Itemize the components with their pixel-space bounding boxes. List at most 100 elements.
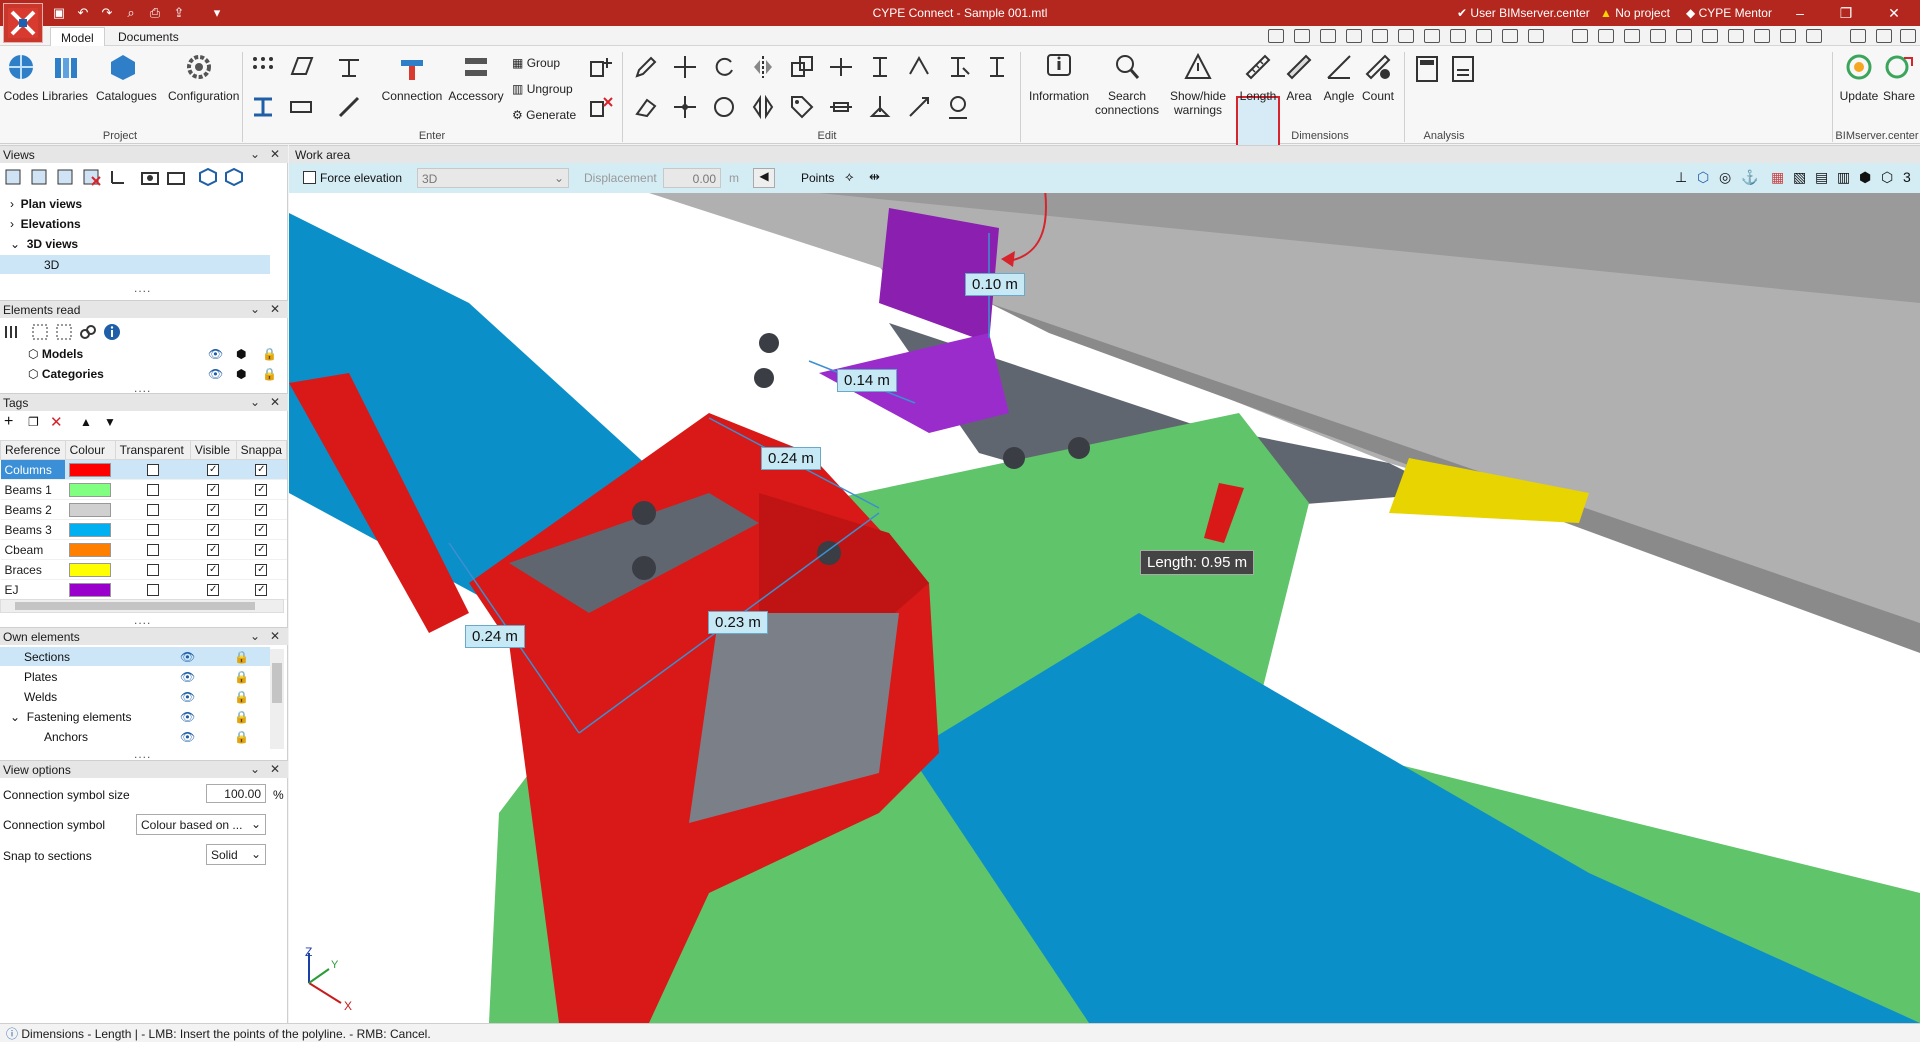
tag-reference[interactable]: Cbeam	[0, 539, 66, 560]
move-icon[interactable]	[672, 94, 698, 120]
vertical-scrollbar[interactable]	[270, 649, 284, 749]
view-tool-icon-12[interactable]	[1572, 29, 1588, 43]
tag-reference[interactable]: EJ	[0, 579, 66, 600]
tag-colour[interactable]	[65, 559, 116, 580]
delete-element-icon[interactable]	[588, 94, 614, 120]
eraser-icon[interactable]	[633, 94, 659, 120]
collapse-icon[interactable]: ⌄	[250, 395, 260, 409]
visible-checkbox[interactable]: ✓	[207, 583, 220, 596]
add-element-icon[interactable]	[588, 54, 614, 80]
eye-icon[interactable]: 👁	[180, 670, 195, 684]
new-view-icon[interactable]	[4, 167, 24, 187]
view-tool-icon-19[interactable]	[1754, 29, 1770, 43]
tag-reference[interactable]: Braces	[0, 559, 66, 580]
snap-checkbox[interactable]: ✓	[255, 563, 268, 576]
copy-tag-icon[interactable]: ❐	[28, 415, 39, 429]
table-row[interactable]: Braces ✓ ✓	[0, 559, 287, 580]
lock-icon[interactable]: 🔒	[234, 690, 249, 704]
snap-checkbox[interactable]: ✓	[255, 503, 268, 516]
mentor-link[interactable]: ◆ CYPE Mentor	[1686, 6, 1772, 20]
camera-icon[interactable]	[140, 167, 160, 187]
tag-colour[interactable]	[65, 459, 116, 480]
select-filter-icon[interactable]	[54, 322, 74, 342]
mirror-icon[interactable]	[750, 54, 776, 80]
bimserver-icon[interactable]	[1850, 29, 1866, 43]
dimension-label-d1[interactable]: 0.10 m	[965, 273, 1025, 296]
link-icon[interactable]	[78, 322, 98, 342]
cube-settings-icon[interactable]	[224, 167, 244, 187]
models-item[interactable]: ⬡ Models	[28, 347, 83, 361]
own-sections[interactable]: Sections	[24, 650, 70, 664]
group-button[interactable]: ▦ Group	[512, 56, 560, 70]
close-icon[interactable]: ✕	[270, 629, 280, 643]
ungroup-button[interactable]: ▥ Ungroup	[512, 82, 573, 96]
categories-item[interactable]: ⬡ Categories	[28, 367, 104, 381]
3d-viewport[interactable]: 0.10 m 0.14 m 0.24 m 0.24 m 0.23 m Lengt…	[289, 193, 1920, 1023]
copy-icon[interactable]	[789, 54, 815, 80]
rail-icon[interactable]	[288, 94, 314, 120]
table-row[interactable]: Beams 1 ✓ ✓	[0, 479, 287, 500]
generate-button[interactable]: ⚙ Generate	[512, 108, 576, 122]
lock-icon[interactable]: 🔒	[262, 367, 277, 381]
close-icon[interactable]: ✕	[270, 395, 280, 409]
collapse-icon[interactable]: ⌄	[250, 629, 260, 643]
cube-icon[interactable]	[198, 167, 218, 187]
view-tool-icon-14[interactable]	[1624, 29, 1640, 43]
view-tool-icon-18[interactable]	[1728, 29, 1744, 43]
arrow-left-icon[interactable]: ◀	[753, 168, 775, 188]
layer-icon-6[interactable]: ⬡	[1881, 169, 1893, 186]
transparent-checkbox[interactable]	[146, 563, 159, 576]
cube-view-icon[interactable]: ⬡	[1697, 169, 1709, 186]
eye-icon[interactable]: 👁	[180, 650, 195, 664]
lock-icon[interactable]: 🔒	[234, 710, 249, 724]
user-status[interactable]: ✔ User BIMserver.center	[1457, 6, 1590, 20]
tag-icon[interactable]	[789, 94, 815, 120]
colour-swatch[interactable]	[69, 462, 112, 477]
extend-icon[interactable]	[867, 54, 893, 80]
snap-checkbox[interactable]: ✓	[255, 543, 268, 556]
connection-button[interactable]: Connection	[380, 50, 444, 103]
move-icon[interactable]	[1424, 29, 1440, 43]
section-rotate-icon[interactable]	[984, 54, 1010, 80]
tag-colour[interactable]	[65, 579, 116, 600]
split-icon[interactable]	[828, 54, 854, 80]
snap-checkbox[interactable]: ✓	[255, 523, 268, 536]
connection-symbol-select[interactable]: Colour based on ... ⌄	[136, 814, 266, 835]
view-tool-icon-11[interactable]	[1528, 29, 1544, 43]
resize-handle[interactable]: ....	[134, 281, 151, 295]
view-tool-icon-17[interactable]	[1702, 29, 1718, 43]
visible-checkbox[interactable]: ✓	[207, 483, 220, 496]
3d-toggle-icon[interactable]: 3	[1903, 169, 1911, 185]
eye-icon[interactable]: 👁	[180, 730, 195, 744]
eye-icon[interactable]: 👁	[180, 710, 195, 724]
dimension-label-d3[interactable]: 0.24 m	[761, 447, 821, 470]
transparent-checkbox[interactable]	[146, 523, 159, 536]
tag-reference[interactable]: Columns	[0, 459, 66, 480]
dimension-label-d4[interactable]: 0.24 m	[465, 625, 525, 648]
own-anchors[interactable]: Anchors	[44, 730, 88, 744]
col-colour[interactable]: Colour	[64, 440, 116, 460]
view-tool-icon-9[interactable]	[1476, 29, 1492, 43]
anchor-section-icon[interactable]	[867, 94, 893, 120]
move-arrows-icon[interactable]	[672, 54, 698, 80]
layer-icon-2[interactable]: ▧	[1793, 169, 1806, 186]
tag-reference[interactable]: Beams 2	[0, 499, 66, 520]
view-tool-icon-10[interactable]	[1502, 29, 1518, 43]
col-visible[interactable]: Visible	[189, 440, 237, 460]
axes-icon[interactable]	[108, 167, 128, 187]
visible-checkbox[interactable]: ✓	[207, 463, 220, 476]
close-icon[interactable]: ✕	[270, 147, 280, 161]
show-hide-warnings-button[interactable]: Show/hide warnings	[1164, 50, 1232, 117]
snap-checkbox[interactable]: ✓	[255, 583, 268, 596]
tab-documents[interactable]: Documents	[108, 27, 189, 46]
weld-icon[interactable]	[336, 94, 362, 120]
count-button[interactable]: Count	[1354, 50, 1402, 103]
view-tool-icon-2[interactable]	[1294, 29, 1310, 43]
scrollbar-thumb[interactable]	[272, 663, 282, 703]
section-icon[interactable]	[336, 54, 362, 80]
visible-checkbox[interactable]: ✓	[207, 563, 220, 576]
delete-tag-icon[interactable]: ✕	[50, 413, 63, 431]
view-tool-icon-23[interactable]	[1876, 29, 1892, 43]
horizontal-scrollbar[interactable]	[0, 599, 284, 613]
pencil-icon[interactable]	[633, 54, 659, 80]
